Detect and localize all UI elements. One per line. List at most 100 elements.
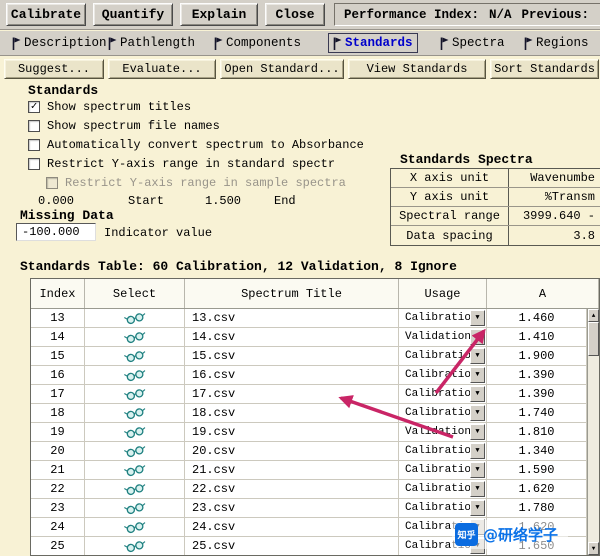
checkbox[interactable]: [28, 139, 40, 151]
usage-value: Calibration: [405, 388, 478, 400]
table-body: 13 13.csv Calibration ▼ 1.460 14 14.csv Validat…: [31, 309, 587, 555]
range-end-label: End: [274, 194, 296, 208]
usage-dropdown-button[interactable]: ▼: [470, 386, 485, 402]
spectrum-title-cell[interactable]: 24.csv: [185, 518, 399, 536]
spectrum-title-cell[interactable]: 17.csv: [185, 385, 399, 403]
checkbox-row: Restrict Y-axis range in sample spectra: [46, 176, 346, 190]
chevron-down-icon: ▼: [475, 351, 480, 360]
column-header-select: Select: [85, 279, 185, 308]
select-cell[interactable]: [85, 442, 185, 460]
checkbox[interactable]: [28, 158, 40, 170]
index-cell: 21: [31, 461, 85, 479]
index-cell: 18: [31, 404, 85, 422]
spectrum-title-cell[interactable]: 16.csv: [185, 366, 399, 384]
usage-dropdown-button[interactable]: ▼: [470, 462, 485, 478]
select-cell[interactable]: [85, 423, 185, 441]
tab-flag-icon: [524, 37, 533, 50]
tab-standards[interactable]: Standards: [328, 33, 418, 53]
table-row: 20 20.csv Calibration ▼ 1.340: [31, 442, 587, 461]
tab-label: Standards: [345, 36, 413, 50]
range-start-value: 0.000: [38, 194, 75, 208]
arrow-up-icon: ▲: [591, 312, 596, 319]
checkbox[interactable]: [46, 177, 58, 189]
chevron-down-icon: ▼: [475, 370, 480, 379]
select-cell[interactable]: [85, 385, 185, 403]
table-scrollbar[interactable]: ▲ ▼: [587, 309, 599, 555]
a-value-cell: 1.460: [487, 309, 587, 327]
tab-pathlength[interactable]: Pathlength: [104, 33, 199, 53]
indicator-value-field[interactable]: -100.000: [16, 223, 96, 241]
performance-index-label: Performance Index:: [344, 7, 480, 22]
index-cell: 17: [31, 385, 85, 403]
usage-dropdown-button[interactable]: ▼: [470, 310, 485, 326]
table-row: 15 15.csv Calibration ▼ 1.900: [31, 347, 587, 366]
select-cell[interactable]: [85, 347, 185, 365]
select-cell[interactable]: [85, 518, 185, 536]
table-row: 14 14.csv Validation ▼ 1.410: [31, 328, 587, 347]
action-sort-standards-button[interactable]: Sort Standards: [490, 59, 599, 79]
spectrum-title-cell[interactable]: 23.csv: [185, 499, 399, 517]
usage-dropdown-button[interactable]: ▼: [470, 500, 485, 516]
spectrum-title-cell[interactable]: 20.csv: [185, 442, 399, 460]
tab-regions[interactable]: Regions: [520, 33, 593, 53]
previous-label: Previous:: [521, 7, 590, 22]
explain-button[interactable]: Explain: [180, 3, 258, 26]
checkbox[interactable]: ✓: [28, 101, 40, 113]
spectrum-title-cell[interactable]: 13.csv: [185, 309, 399, 327]
close-button[interactable]: Close: [265, 3, 325, 26]
tab-label: Components: [226, 36, 302, 50]
quantify-button[interactable]: Quantify: [93, 3, 173, 26]
select-cell[interactable]: [85, 366, 185, 384]
scroll-thumb[interactable]: [588, 322, 599, 356]
tab-bar: Description Pathlength Components Standards…: [0, 31, 600, 56]
action-evaluate-button[interactable]: Evaluate...: [108, 59, 216, 79]
usage-dropdown-button[interactable]: ▼: [470, 367, 485, 383]
usage-dropdown-button[interactable]: ▼: [470, 348, 485, 364]
table-header-row: Index Select Spectrum Title Usage A: [31, 279, 599, 309]
calibrate-button[interactable]: Calibrate: [6, 3, 86, 26]
spectrum-title-cell[interactable]: 22.csv: [185, 480, 399, 498]
spectrum-title-cell[interactable]: 18.csv: [185, 404, 399, 422]
glasses-icon: [123, 313, 145, 325]
usage-dropdown-button[interactable]: ▼: [470, 443, 485, 459]
spectrum-title-cell[interactable]: 19.csv: [185, 423, 399, 441]
usage-dropdown-button[interactable]: ▼: [470, 424, 485, 440]
checkbox[interactable]: [28, 120, 40, 132]
select-cell[interactable]: [85, 537, 185, 555]
table-row: 17 17.csv Calibration ▼ 1.390: [31, 385, 587, 404]
tab-spectra[interactable]: Spectra: [436, 33, 509, 53]
select-cell[interactable]: [85, 404, 185, 422]
spectrum-title-cell[interactable]: 14.csv: [185, 328, 399, 346]
glasses-icon: [123, 408, 145, 420]
action-open-standard-button[interactable]: Open Standard...: [220, 59, 344, 79]
tab-label: Description: [24, 36, 107, 50]
checkbox-label: Automatically convert spectrum to Absorb…: [47, 138, 364, 152]
select-cell[interactable]: [85, 328, 185, 346]
usage-dropdown-button[interactable]: ▼: [470, 481, 485, 497]
column-header-index: Index: [31, 279, 85, 308]
spectrum-title-cell[interactable]: 15.csv: [185, 347, 399, 365]
usage-dropdown-button[interactable]: ▼: [470, 405, 485, 421]
usage-value: Validation: [405, 331, 472, 343]
performance-panel: Performance Index: N/A Previous:: [334, 3, 600, 26]
scroll-down-button[interactable]: ▼: [588, 542, 599, 555]
tab-components[interactable]: Components: [210, 33, 305, 53]
scroll-up-button[interactable]: ▲: [588, 309, 599, 322]
index-cell: 22: [31, 480, 85, 498]
action-suggest-button[interactable]: Suggest...: [4, 59, 104, 79]
glasses-icon: [123, 370, 145, 382]
tab-label: Pathlength: [120, 36, 196, 50]
action-view-standards-button[interactable]: View Standards: [348, 59, 486, 79]
table-row: 16 16.csv Calibration ▼ 1.390: [31, 366, 587, 385]
select-cell[interactable]: [85, 461, 185, 479]
tab-description[interactable]: Description: [8, 33, 111, 53]
select-cell[interactable]: [85, 309, 185, 327]
usage-cell: Calibration▼: [399, 499, 487, 517]
spectrum-title-cell[interactable]: 25.csv: [185, 537, 399, 555]
glasses-icon: [123, 484, 145, 496]
select-cell[interactable]: [85, 480, 185, 498]
usage-dropdown-button[interactable]: ▼: [470, 329, 485, 345]
action-toolbar: Suggest... Evaluate... Open Standard... Vie…: [0, 57, 600, 82]
select-cell[interactable]: [85, 499, 185, 517]
spectrum-title-cell[interactable]: 21.csv: [185, 461, 399, 479]
